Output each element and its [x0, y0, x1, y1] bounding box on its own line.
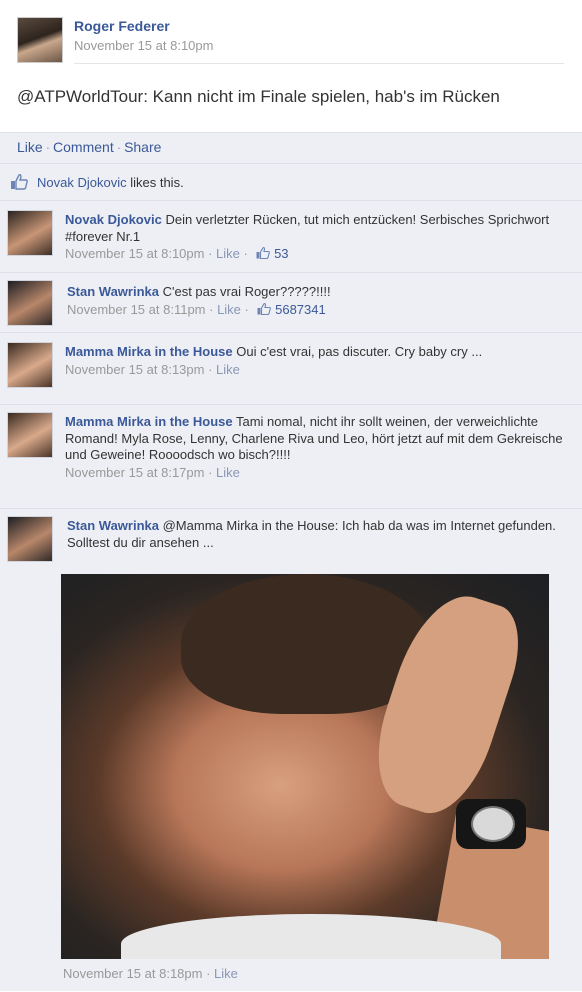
comment-meta: November 15 at 8:11pm · Like · 5687341	[67, 301, 326, 317]
comment-time[interactable]: November 15 at 8:13pm	[65, 362, 204, 377]
comment-text: Oui c'est vrai, pas discuter. Cry baby c…	[236, 344, 483, 359]
photo-watch-face	[471, 806, 515, 842]
comment-time[interactable]: November 15 at 8:10pm	[65, 246, 204, 261]
post-text: @ATPWorldTour: Kann nicht im Finale spie…	[17, 87, 500, 106]
comment-like-button[interactable]: Like	[216, 362, 240, 377]
comment-like-count[interactable]: 5687341	[275, 302, 326, 317]
commenter-name[interactable]: Novak Djokovic	[65, 212, 162, 227]
post-header: Roger Federer November 15 at 8:10pm @ATP…	[0, 0, 582, 130]
likes-suffix: likes this.	[130, 175, 184, 190]
divider	[74, 63, 564, 64]
comment-meta: November 15 at 8:18pm · Like	[63, 966, 238, 981]
comment: Mamma Mirka in the House Oui c'est vrai,…	[0, 332, 582, 405]
comment: Mamma Mirka in the House Tami nomal, nic…	[0, 404, 582, 509]
liker-name[interactable]: Novak Djokovic	[37, 175, 127, 190]
commenter-avatar[interactable]	[7, 210, 53, 256]
commenter-name[interactable]: Stan Wawrinka	[67, 518, 159, 533]
post-actions-bar: Like · Comment · Share	[0, 132, 582, 163]
comment-time[interactable]: November 15 at 8:18pm	[63, 966, 202, 981]
comment-meta: November 15 at 8:17pm · Like	[65, 464, 240, 480]
comment: Novak Djokovic Dein verletzter Rücken, t…	[0, 200, 582, 273]
thumbs-up-icon	[257, 302, 272, 315]
comment-time[interactable]: November 15 at 8:11pm	[67, 302, 206, 317]
post-timestamp[interactable]: November 15 at 8:10pm	[74, 38, 213, 53]
like-button[interactable]: Like	[17, 139, 43, 155]
author-avatar[interactable]	[17, 17, 63, 63]
separator: ·	[45, 140, 51, 155]
comment-meta: November 15 at 8:10pm · Like · 53	[65, 246, 289, 261]
comment-time[interactable]: November 15 at 8:17pm	[65, 465, 204, 480]
likes-summary: Novak Djokovic likes this.	[0, 163, 582, 200]
comment-like-count[interactable]: 53	[274, 246, 288, 261]
commenter-avatar[interactable]	[7, 342, 53, 388]
comment-button[interactable]: Comment	[53, 139, 114, 155]
post-author[interactable]: Roger Federer	[74, 18, 170, 34]
share-button[interactable]: Share	[124, 139, 161, 155]
comment: Stan Wawrinka C'est pas vrai Roger?????!…	[0, 272, 582, 333]
comment-text: C'est pas vrai Roger?????!!!!	[162, 284, 331, 299]
comment-like-button[interactable]: Like	[216, 246, 240, 261]
commenter-name[interactable]: Mamma Mirka in the House	[65, 344, 233, 359]
comment-like-button[interactable]: Like	[216, 465, 240, 480]
thumbs-up-icon	[11, 174, 28, 190]
commenter-avatar[interactable]	[7, 280, 53, 326]
comment-like-button[interactable]: Like	[214, 966, 238, 981]
commenter-name[interactable]: Mamma Mirka in the House	[65, 414, 233, 429]
commenter-avatar[interactable]	[7, 412, 53, 458]
separator: ·	[116, 140, 122, 155]
commenter-avatar[interactable]	[7, 516, 53, 562]
attached-photo[interactable]	[61, 574, 549, 959]
thumbs-up-icon	[256, 247, 271, 259]
commenter-name[interactable]: Stan Wawrinka	[67, 284, 159, 299]
likes-text: Novak Djokovic likes this.	[37, 175, 184, 190]
comment-meta: November 15 at 8:13pm · Like	[65, 361, 240, 377]
comment-like-button[interactable]: Like	[217, 302, 241, 317]
